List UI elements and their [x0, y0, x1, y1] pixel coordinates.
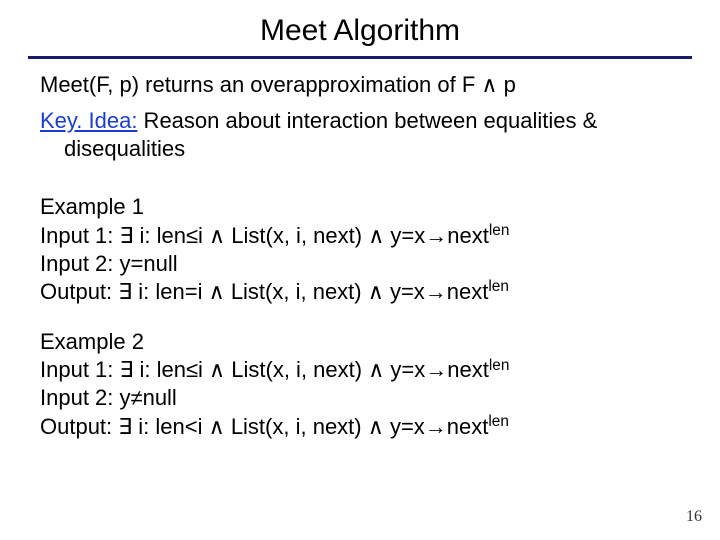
spacer — [40, 306, 680, 328]
example-1-output-sup: len — [488, 278, 509, 295]
page-number: 16 — [686, 508, 702, 526]
spacer — [40, 171, 680, 193]
meet-definition: Meet(F, p) returns an overapproximation … — [40, 71, 680, 99]
example-1-output-text: Output: ∃ i: len=i ∧ List(x, i, next) ∧ … — [40, 279, 488, 304]
example-1-heading: Example 1 — [40, 193, 680, 221]
slide-body: Meet(F, p) returns an overapproximation … — [0, 71, 720, 441]
key-idea-line: Key. Idea: Reason about interaction betw… — [40, 107, 680, 163]
example-2-output-sup: len — [488, 413, 509, 430]
slide-title: Meet Algorithm — [0, 0, 720, 54]
title-rule — [28, 56, 692, 59]
example-1: Example 1 Input 1: ∃ i: len≤i ∧ List(x, … — [40, 193, 680, 306]
example-2-output: Output: ∃ i: len<i ∧ List(x, i, next) ∧ … — [40, 413, 680, 441]
example-2-input-1: Input 1: ∃ i: len≤i ∧ List(x, i, next) ∧… — [40, 356, 680, 384]
example-2-input-2: Input 2: y≠null — [40, 384, 680, 412]
example-2-heading: Example 2 — [40, 328, 680, 356]
slide: Meet Algorithm Meet(F, p) returns an ove… — [0, 0, 720, 540]
example-2: Example 2 Input 1: ∃ i: len≤i ∧ List(x, … — [40, 328, 680, 441]
example-1-input-1-text: Input 1: ∃ i: len≤i ∧ List(x, i, next) ∧… — [40, 223, 489, 248]
example-2-output-text: Output: ∃ i: len<i ∧ List(x, i, next) ∧ … — [40, 414, 488, 439]
example-2-input-1-text: Input 1: ∃ i: len≤i ∧ List(x, i, next) ∧… — [40, 357, 489, 382]
key-idea-text: Reason about interaction between equalit… — [64, 108, 597, 161]
example-2-input-1-sup: len — [489, 357, 510, 374]
example-1-input-1: Input 1: ∃ i: len≤i ∧ List(x, i, next) ∧… — [40, 222, 680, 250]
key-idea-label: Key. Idea: — [40, 108, 137, 133]
example-1-input-1-sup: len — [489, 222, 510, 239]
example-1-input-2: Input 2: y=null — [40, 250, 680, 278]
example-1-output: Output: ∃ i: len=i ∧ List(x, i, next) ∧ … — [40, 278, 680, 306]
